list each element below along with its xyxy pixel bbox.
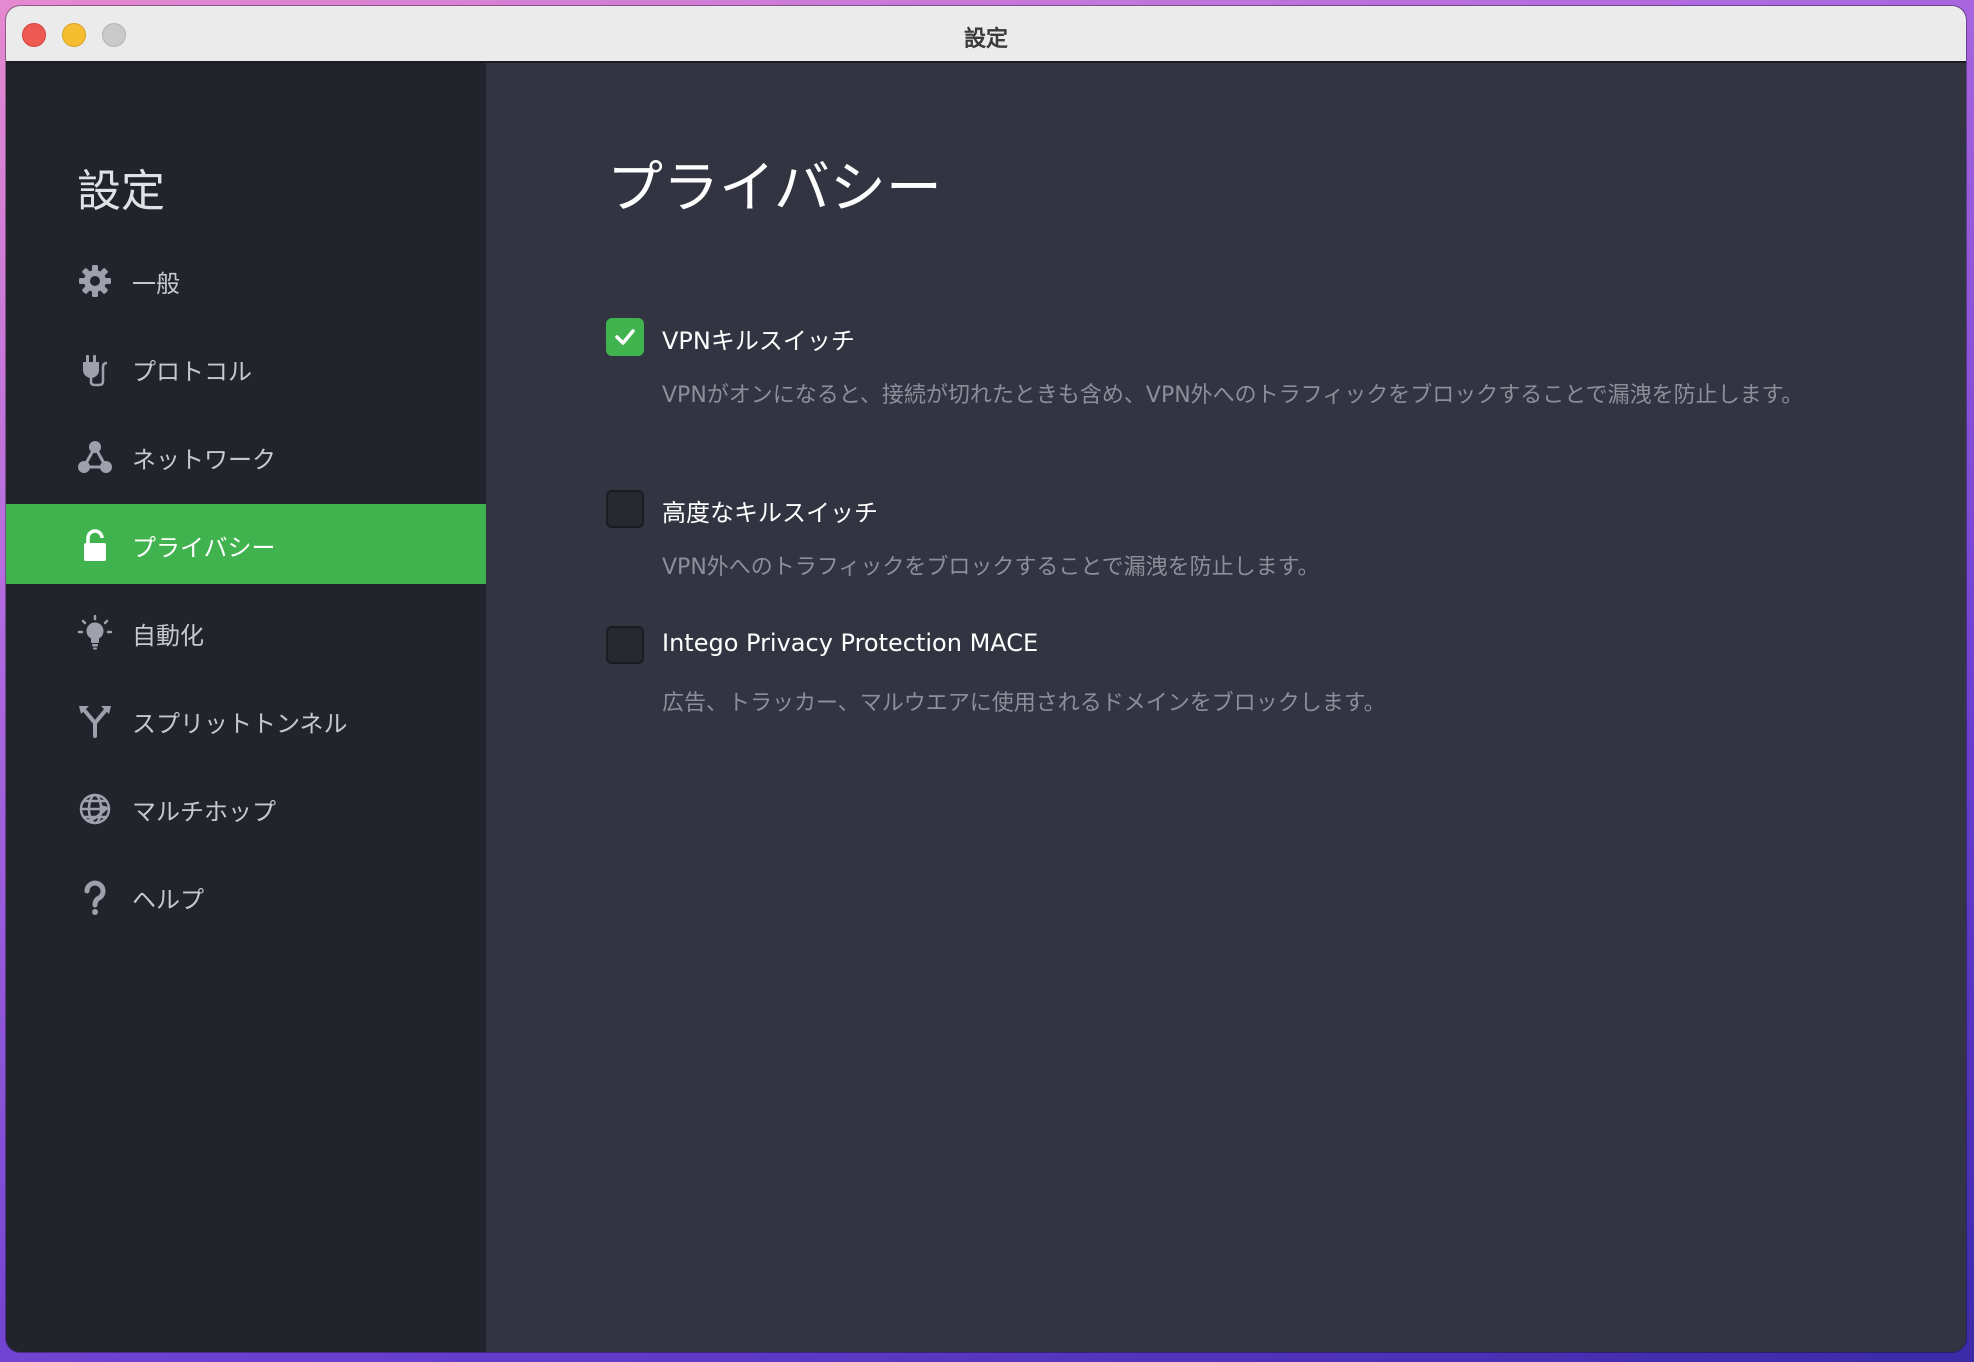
globe-icon [77,791,113,827]
checkmark-icon [615,329,635,345]
sidebar-item-label: スプリットトンネル [132,710,348,738]
sidebar-item-label: 一般 [132,270,180,298]
window-title: 設定 [963,27,1008,52]
lock-icon [77,527,113,563]
sidebar-item-label: マルチホップ [132,798,276,826]
main-panel: プライバシー VPNキルスイッチ VPNがオンになると、接続が切れたときも含め、… [486,63,1966,1352]
plug-icon [77,351,113,387]
network-icon [77,439,113,475]
option-description: VPNがオンになると、接続が切れたときも含め、VPN外へのトラフィックをブロック… [662,383,1804,408]
question-icon [77,879,113,915]
sidebar-item-multihop[interactable]: マルチホップ [6,768,486,848]
sidebar-item-label: プライバシー [132,534,276,562]
option-description: VPN外へのトラフィックをブロックすることで漏洩を防止します。 [662,555,1320,580]
page-title: プライバシー [607,156,942,221]
option-description: 広告、トラッカー、マルウエアに使用されるドメインをブロックします。 [662,691,1386,716]
sidebar-item-label: ヘルプ [132,886,204,914]
sidebar-title: 設定 [77,166,165,217]
sidebar-item-general[interactable]: 一般 [6,240,486,320]
sidebar-item-help[interactable]: ヘルプ [6,856,486,936]
sidebar-item-label: プロトコル [132,358,252,386]
mace-checkbox[interactable] [606,626,644,664]
sidebar-item-label: 自動化 [132,622,204,650]
sidebar: 設定 一般 プロトコル ネットワーク プライバシー 自動化 スプリットトンネル … [6,63,486,1352]
advanced-kill-switch-checkbox[interactable] [606,490,644,528]
sidebar-item-split-tunnel[interactable]: スプリットトンネル [6,680,486,760]
title-bar: 設定 [6,6,1966,63]
option-label[interactable]: 高度なキルスイッチ [662,493,878,528]
option-label[interactable]: VPNキルスイッチ [662,321,855,356]
sidebar-item-automation[interactable]: 自動化 [6,592,486,672]
vpn-kill-switch-checkbox[interactable] [606,318,644,356]
sidebar-item-network[interactable]: ネットワーク [6,416,486,496]
sidebar-item-privacy[interactable]: プライバシー [6,504,486,584]
sidebar-item-label: ネットワーク [132,446,276,474]
app-window: 設定 設定 一般 プロトコル ネットワーク プライバシー 自動化 スプリットトン… [6,6,1966,1352]
gear-icon [77,263,113,299]
sidebar-item-protocol[interactable]: プロトコル [6,328,486,408]
lightbulb-icon [77,614,113,651]
split-icon [77,703,113,739]
option-label[interactable]: Intego Privacy Protection MACE [662,629,1038,657]
